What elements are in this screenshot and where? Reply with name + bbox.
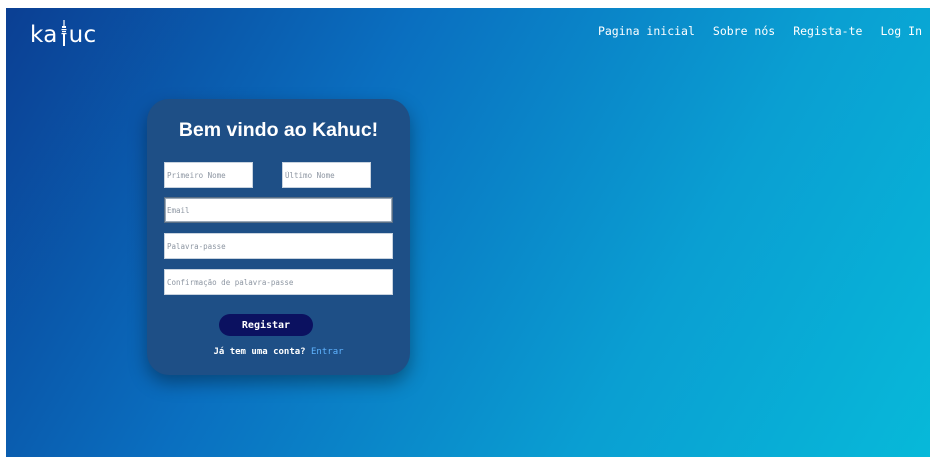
last-name-input[interactable] [282,162,371,188]
nav-link-login[interactable]: Log In [880,24,922,38]
brand-logo[interactable]: ka uc [30,20,97,48]
confirm-password-input[interactable] [164,269,393,295]
first-name-input[interactable] [164,162,253,188]
signin-link[interactable]: Entrar [311,347,344,357]
logo-text-right: uc [68,22,97,48]
nav-link-about[interactable]: Sobre nós [713,24,775,38]
logo-text-left: ka [30,22,58,48]
register-button[interactable]: Registar [219,314,313,336]
signin-prompt: Já tem uma conta? Entrar [147,347,410,357]
email-input[interactable] [164,197,393,223]
top-navigation: Pagina inicial Sobre nós Regista-te Log … [598,24,922,38]
nav-link-home[interactable]: Pagina inicial [598,24,695,38]
have-account-text: Já tem uma conta? [213,347,306,357]
page-background: ka uc Pagina inicial Sobre nós Regista-t… [6,8,930,457]
tower-icon [59,20,69,46]
register-card: Bem vindo ao Kahuc! Registar Já tem uma … [147,99,410,375]
nav-link-register[interactable]: Regista-te [793,24,862,38]
password-input[interactable] [164,233,393,259]
card-title: Bem vindo ao Kahuc! [178,119,379,141]
